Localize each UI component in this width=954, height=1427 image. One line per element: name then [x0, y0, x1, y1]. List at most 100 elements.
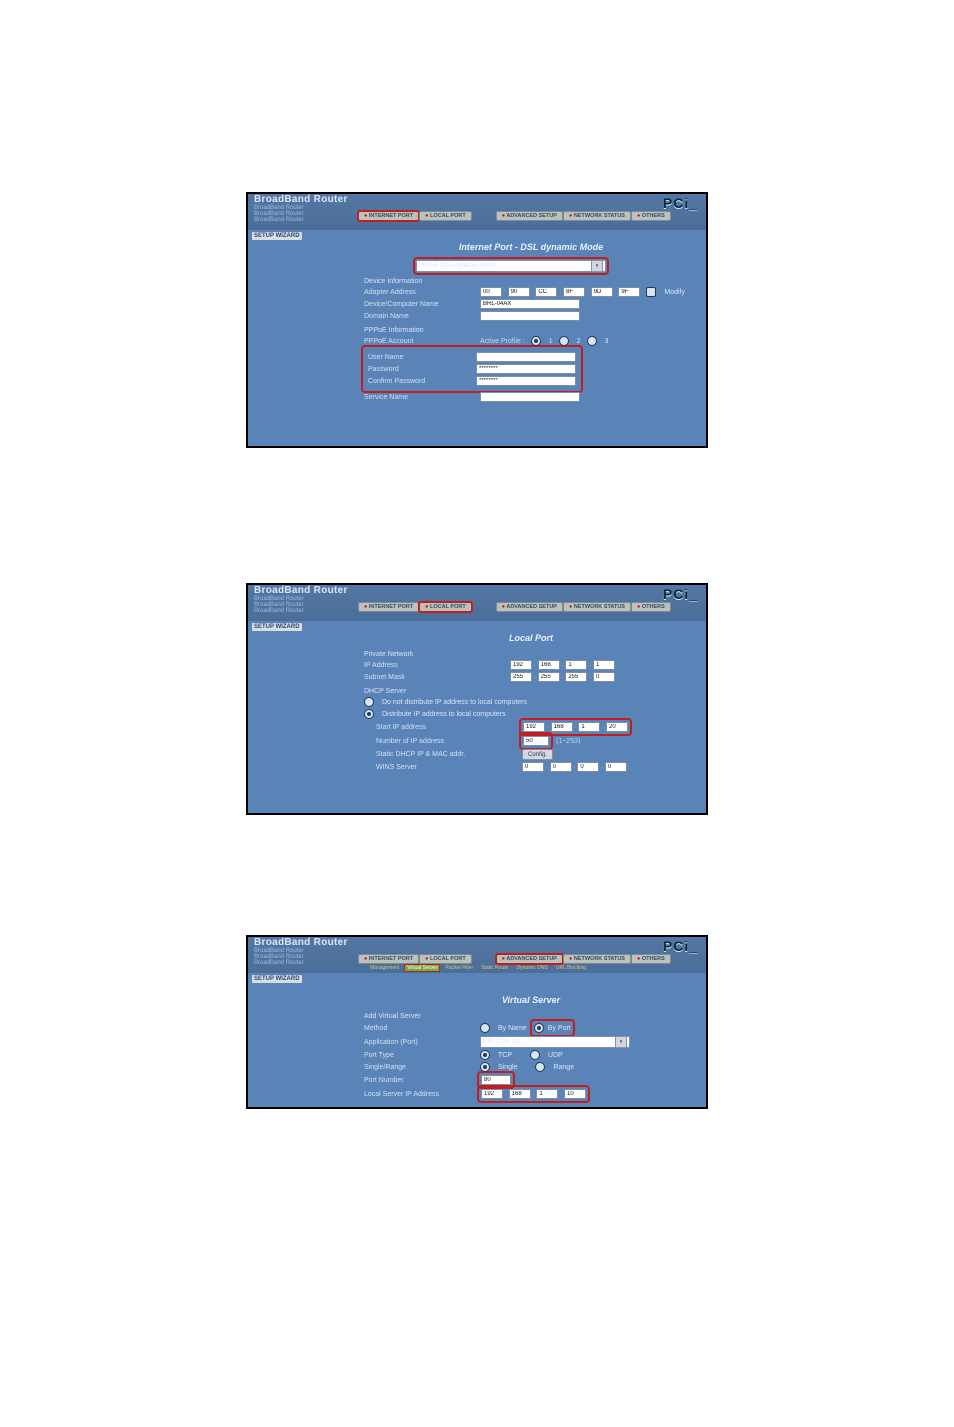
tab-advanced-setup[interactable]: ● ADVANCED SETUP [496, 602, 563, 612]
user-name-input[interactable] [476, 352, 576, 362]
modify-label: Modify [664, 289, 685, 296]
tab-local-port[interactable]: ● LOCAL PORT [419, 602, 472, 612]
subtab-static-route[interactable]: Static Route [479, 965, 510, 971]
label-method: Method [364, 1025, 474, 1032]
num-ip-input[interactable] [523, 736, 549, 746]
ip-octet[interactable] [538, 660, 560, 670]
tab-internet-port[interactable]: ● INTERNET PORT [358, 602, 419, 612]
local-ip-octet[interactable] [536, 1089, 558, 1099]
tab-internet-port[interactable]: ● INTERNET PORT [358, 954, 419, 964]
ip-octet[interactable] [565, 660, 587, 670]
local-ip-octet[interactable] [564, 1089, 586, 1099]
local-ip-octet[interactable] [481, 1089, 503, 1099]
tab-bar: ● INTERNET PORT ● LOCAL PORT ● ADVANCED … [358, 210, 700, 222]
page-title: Virtual Server [364, 995, 698, 1005]
wins-octet[interactable] [522, 762, 544, 772]
select-value: FTP (TCP 21) [483, 1039, 520, 1045]
mac-octet[interactable] [591, 287, 613, 297]
active-profile-label: Active Profile : [480, 338, 525, 345]
config-button[interactable]: Config. [522, 749, 553, 760]
pci-logo: PCi_ [663, 586, 698, 602]
local-ip-octet[interactable] [509, 1089, 531, 1099]
chevron-down-icon: ▾ [615, 1036, 627, 1048]
domain-name-input[interactable] [480, 311, 580, 321]
ip-octet[interactable] [593, 660, 615, 670]
start-ip-octet[interactable] [606, 722, 628, 732]
mask-octet[interactable] [565, 672, 587, 682]
method-by-port-radio[interactable] [534, 1023, 544, 1033]
confirm-password-input[interactable] [476, 376, 576, 386]
ip-address-group: . . . [510, 660, 615, 670]
mask-octet[interactable] [510, 672, 532, 682]
subtab-management[interactable]: Management [368, 965, 401, 971]
port-type-udp-radio[interactable] [530, 1050, 540, 1060]
mac-octet[interactable] [535, 287, 557, 297]
brand-sub: BroadBand Router [254, 608, 348, 614]
mac-octet[interactable] [508, 287, 530, 297]
start-ip-octet[interactable] [578, 722, 600, 732]
tab-network-status[interactable]: ● NETWORK STATUS [563, 211, 631, 221]
tab-others[interactable]: ● OTHERS [631, 954, 671, 964]
setup-wizard-link[interactable]: SETUP WIZARD [252, 623, 302, 631]
connection-mode-select[interactable]: PPPoE (DSL dynamic mode) ▾ [416, 260, 606, 272]
tab-label: NETWORK STATUS [574, 604, 625, 610]
router-banner: BroadBand Router BroadBand Router BroadB… [248, 585, 706, 621]
tab-network-status[interactable]: ● NETWORK STATUS [563, 954, 631, 964]
mac-octet[interactable] [618, 287, 640, 297]
brand-sub: BroadBand Router [254, 960, 348, 966]
tab-others[interactable]: ● OTHERS [631, 602, 671, 612]
screenshot-local-port: BroadBand Router BroadBand Router BroadB… [246, 583, 708, 815]
brand-block: BroadBand Router BroadBand Router BroadB… [248, 585, 352, 614]
profile-1-radio[interactable] [531, 336, 541, 346]
setup-wizard-link[interactable]: SETUP WIZARD [252, 232, 302, 240]
single-radio[interactable] [480, 1062, 490, 1072]
tab-local-port[interactable]: ● LOCAL PORT [419, 954, 472, 964]
range-radio[interactable] [535, 1062, 545, 1072]
subtab-dynamic-dns[interactable]: Dynamic DNS [514, 965, 549, 971]
service-name-input[interactable] [480, 392, 580, 402]
setup-wizard-link[interactable]: SETUP WIZARD [252, 975, 302, 983]
mask-octet[interactable] [593, 672, 615, 682]
mac-octet[interactable] [480, 287, 502, 297]
password-input[interactable] [476, 364, 576, 374]
tcp-label: TCP [498, 1052, 512, 1059]
tab-others[interactable]: ● OTHERS [631, 211, 671, 221]
screenshot-virtual-server: BroadBand Router BroadBand Router BroadB… [246, 935, 708, 1109]
subtab-virtual-server[interactable]: Virtual Server [405, 965, 439, 971]
label-subnet-mask: Subnet Mask [364, 674, 504, 681]
subtab-packet-filter[interactable]: Packet Filter [443, 965, 475, 971]
port-number-input[interactable] [481, 1075, 511, 1085]
mac-octet[interactable] [563, 287, 585, 297]
port-type-tcp-radio[interactable] [480, 1050, 490, 1060]
start-ip-octet[interactable] [523, 722, 545, 732]
mask-octet[interactable] [538, 672, 560, 682]
wins-octet[interactable] [577, 762, 599, 772]
chevron-down-icon: ▾ [591, 260, 603, 272]
device-name-input[interactable] [480, 299, 580, 309]
tab-internet-port[interactable]: ● INTERNET PORT [358, 211, 419, 221]
left-column: SETUP WIZARD [252, 973, 338, 983]
method-by-name-radio[interactable] [480, 1023, 490, 1033]
start-ip-octet[interactable] [551, 722, 573, 732]
wins-octet[interactable] [550, 762, 572, 772]
tab-advanced-setup[interactable]: ● ADVANCED SETUP [496, 211, 563, 221]
ip-octet[interactable] [510, 660, 532, 670]
tab-advanced-setup[interactable]: ● ADVANCED SETUP [496, 954, 563, 964]
modify-checkbox[interactable] [646, 287, 656, 297]
left-column: SETUP WIZARD [252, 621, 338, 631]
page-title: Local Port [364, 633, 698, 643]
mode-select-row: PPPoE (DSL dynamic mode) ▾ [364, 260, 698, 272]
section-device-info: Device Information [364, 278, 698, 285]
local-ip-group: . . . [480, 1088, 587, 1100]
profile-3-radio[interactable] [587, 336, 597, 346]
application-port-select[interactable]: FTP (TCP 21) ▾ [480, 1036, 630, 1048]
tab-local-port[interactable]: ● LOCAL PORT [419, 211, 472, 221]
label-confirm-password: Confirm Password [368, 378, 470, 385]
profile-2-radio[interactable] [559, 336, 569, 346]
by-port-label: By Port [548, 1025, 571, 1032]
dhcp-off-radio[interactable] [364, 697, 374, 707]
dhcp-on-radio[interactable] [364, 709, 374, 719]
subtab-url-blocking[interactable]: URL Blocking [554, 965, 588, 971]
tab-network-status[interactable]: ● NETWORK STATUS [563, 602, 631, 612]
wins-octet[interactable] [605, 762, 627, 772]
